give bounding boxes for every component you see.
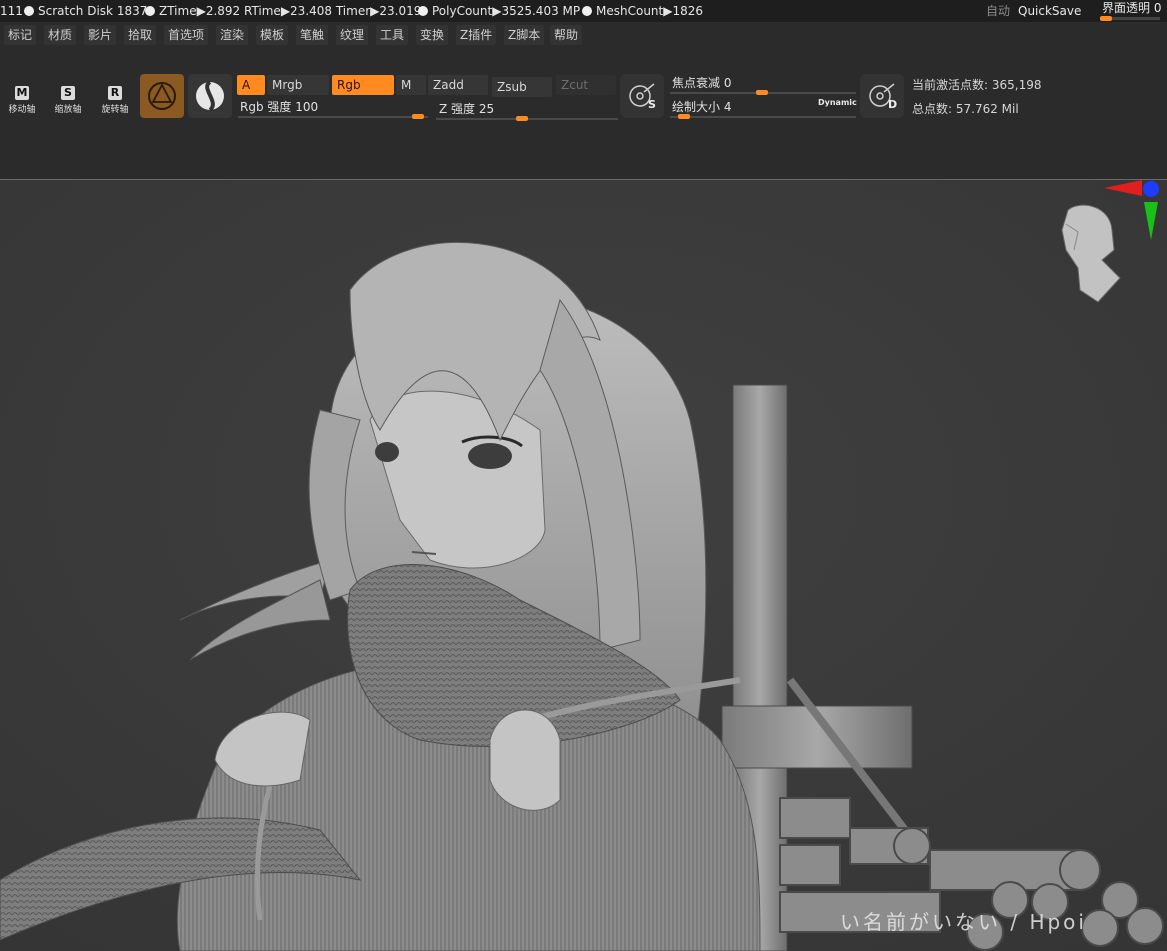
menu-item[interactable]: 首选项 (164, 25, 209, 45)
sculpt-render (0, 180, 1167, 951)
meshcount-readout: MeshCount▶1826 (582, 0, 703, 22)
menu-item[interactable]: 变换 (416, 25, 449, 45)
canvas-viewport[interactable] (0, 179, 1167, 951)
draw-size-label: 绘制大小 4 (672, 100, 732, 114)
scratch-disk-readout: Scratch Disk 1837 (24, 0, 147, 22)
toolbar: M 移动轴 S 缩放轴 R 旋转轴 A Mrgb Rgb M Zadd Zsub… (0, 48, 1167, 143)
slider-knob[interactable] (756, 90, 768, 95)
d-key-label: D (888, 98, 898, 111)
m-toggle[interactable]: M (396, 75, 426, 95)
rgb-toggle[interactable]: Rgb (332, 75, 394, 95)
menu-item[interactable]: 材质 (44, 25, 77, 45)
move-gizmo-button[interactable]: M 移动轴 (4, 78, 40, 122)
menu-item[interactable]: Z脚本 (504, 25, 545, 45)
menu-item[interactable]: 工具 (376, 25, 409, 45)
rotate-gizmo-button[interactable]: R 旋转轴 (97, 78, 133, 122)
zadd-toggle[interactable]: Zadd (428, 75, 488, 95)
zsub-toggle[interactable]: Zsub (492, 77, 552, 97)
rgb-intensity-slider[interactable] (238, 114, 428, 119)
scale-gizmo-button[interactable]: S 缩放轴 (50, 78, 86, 122)
rgb-intensity-label: Rgb 强度 100 (240, 100, 319, 114)
rotate-icon: R (108, 86, 122, 100)
move-label: 移动轴 (8, 105, 36, 115)
active-points-readout: 当前激活点数: 365,198 (912, 78, 1042, 92)
dynamic-toggle[interactable]: Dynamic (818, 98, 857, 107)
scale-icon: S (61, 86, 75, 100)
dynamesh-button[interactable]: D (860, 74, 904, 118)
slider-knob[interactable] (678, 114, 690, 119)
zcut-toggle[interactable]: Zcut (556, 75, 616, 95)
gizmo-3d-button[interactable] (140, 74, 184, 118)
a-toggle[interactable]: A (237, 75, 265, 95)
auto-save-label: 自动 (986, 4, 1011, 18)
z-intensity-label: Z 强度 25 (439, 102, 495, 116)
menu-item[interactable]: 渲染 (216, 25, 249, 45)
sphere-brush-icon (196, 80, 224, 112)
s-key-label: S (648, 98, 656, 111)
focal-shift-slider[interactable] (670, 90, 856, 95)
menu-item[interactable]: 标记 (4, 25, 37, 45)
edit-mode-button[interactable] (188, 74, 232, 118)
z-intensity-slider[interactable] (436, 116, 618, 121)
status-bar: 111 Scratch Disk 1837 ZTime▶2.892 RTime▶… (0, 0, 1167, 22)
menu-item[interactable]: 拾取 (124, 25, 157, 45)
menu-item[interactable]: 帮助 (550, 25, 583, 45)
polycount-readout: PolyCount▶3525.403 MP (418, 0, 580, 22)
draw-size-slider[interactable] (670, 114, 856, 119)
ui-transparency-slider[interactable] (1100, 16, 1160, 21)
status-dot-icon (145, 6, 155, 16)
focal-shift-label: 焦点衰减 0 (672, 76, 732, 90)
scale-label: 缩放轴 (54, 105, 82, 115)
menu-item[interactable]: 笔触 (296, 25, 329, 45)
move-icon: M (15, 86, 29, 100)
timing-readout: ZTime▶2.892 RTime▶23.408 Timer▶23.019 (145, 0, 421, 22)
watermark-text: い名前がいない / Hpoi (840, 910, 1087, 934)
status-dot-icon (418, 6, 428, 16)
total-points-readout: 总点数: 57.762 Mil (912, 102, 1019, 116)
target-s-icon (629, 83, 655, 107)
menu-item[interactable]: Z插件 (456, 25, 497, 45)
rotate-label: 旋转轴 (101, 105, 129, 115)
menu-item[interactable]: 纹理 (336, 25, 369, 45)
menu-bar: 标记 材质 影片 拾取 首选项 渲染 模板 笔触 纹理 工具 变换 Z插件 Z脚本 帮助 (0, 22, 1167, 48)
status-dot-icon (582, 6, 592, 16)
slider-knob[interactable] (1100, 16, 1112, 21)
menu-item[interactable]: 影片 (84, 25, 117, 45)
gizmo-3d-icon (148, 82, 176, 110)
status-prefix: 111 (0, 4, 23, 18)
slider-knob[interactable] (516, 116, 528, 121)
slider-knob[interactable] (412, 114, 424, 119)
quicksave-button[interactable]: QuickSave (1018, 0, 1081, 22)
mrgb-toggle[interactable]: Mrgb (267, 75, 329, 95)
toolbar-spacer (0, 142, 1167, 179)
status-dot-icon (24, 6, 34, 16)
menu-item[interactable]: 模板 (256, 25, 289, 45)
lazy-mouse-button[interactable]: S (620, 74, 664, 118)
target-d-icon (869, 83, 895, 107)
